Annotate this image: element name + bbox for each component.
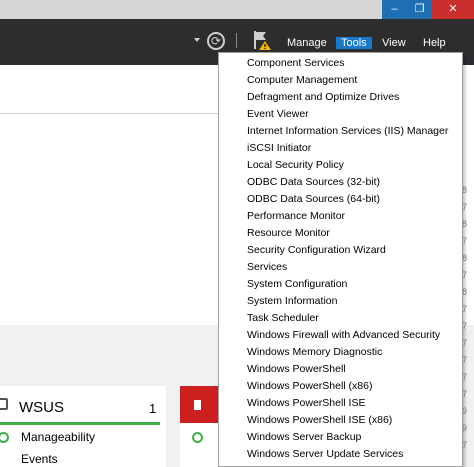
tools-menu-item[interactable]: Internet Information Services (IIS) Mana… — [247, 123, 448, 140]
manageability-link[interactable]: Manageability — [21, 430, 95, 444]
refresh-icon[interactable]: ⟳ — [207, 32, 225, 50]
obscured-digit: 7 — [462, 236, 468, 246]
tools-menu-item[interactable]: Windows PowerShell ISE — [247, 395, 365, 412]
menu-view[interactable]: View — [380, 37, 408, 49]
toolbar-separator — [236, 33, 237, 48]
tools-menu-item[interactable]: Windows Firewall with Advanced Security — [247, 327, 440, 344]
restore-button[interactable]: ❐ — [407, 0, 432, 19]
minimize-button[interactable]: – — [382, 0, 407, 19]
tools-menu-item[interactable]: Windows Server Backup — [247, 429, 361, 446]
obscured-digit: 7 — [462, 355, 468, 365]
obscured-digit: 9 — [462, 406, 468, 416]
tools-menu-item[interactable]: Windows Memory Diagnostic — [247, 344, 382, 361]
obscured-digit: 9 — [462, 423, 468, 433]
tools-menu-item[interactable]: Local Security Policy — [247, 157, 344, 174]
obscured-digit: 8 — [462, 219, 468, 229]
obscured-digit: 8 — [462, 253, 468, 263]
content-divider — [0, 113, 218, 114]
wsus-tile-count: 1 — [149, 401, 157, 416]
server-icon — [194, 400, 201, 410]
tools-menu-item[interactable]: ODBC Data Sources (32-bit) — [247, 174, 380, 191]
wsus-tile[interactable]: WSUS 1 Manageability Events — [0, 386, 166, 467]
chevron-down-icon[interactable] — [194, 38, 200, 42]
tools-menu-item[interactable]: Component Services — [247, 55, 344, 72]
close-button[interactable]: ✕ — [432, 0, 474, 19]
obscured-column: 8 7 8 7 8 7 8 7 7 7 7 7 7 9 9 7 — [462, 182, 474, 467]
tools-menu-item[interactable]: ODBC Data Sources (64-bit) — [247, 191, 380, 208]
tools-menu-item[interactable]: Windows PowerShell (x86) — [247, 378, 372, 395]
obscured-digit: 7 — [462, 304, 468, 314]
status-bar — [0, 422, 160, 425]
tools-menu-item[interactable]: Windows PowerShell — [247, 361, 346, 378]
tools-menu-item[interactable]: System Information — [247, 293, 337, 310]
wsus-tile-title[interactable]: WSUS — [19, 399, 64, 416]
tools-menu-item[interactable]: System Configuration — [247, 276, 347, 293]
tools-menu-item[interactable]: Computer Management — [247, 72, 357, 89]
obscured-digit: 8 — [462, 287, 468, 297]
menu-tools[interactable]: Tools — [336, 37, 372, 49]
obscured-digit: 7 — [462, 202, 468, 212]
obscured-digit: 7 — [462, 389, 468, 399]
tools-dropdown-menu: Component Services Computer Management Def… — [218, 52, 463, 467]
obscured-digit: 7 — [462, 270, 468, 280]
tools-menu-item[interactable]: iSCSI Initiator — [247, 140, 311, 157]
alert-header — [180, 386, 218, 423]
menu-manage[interactable]: Manage — [285, 37, 329, 49]
events-link[interactable]: Events — [21, 452, 58, 466]
obscured-digit: 8 — [462, 185, 468, 195]
menu-help[interactable]: Help — [421, 37, 448, 49]
tools-menu-item[interactable]: Windows PowerShell ISE (x86) — [247, 412, 392, 429]
server-role-tile[interactable] — [180, 386, 218, 467]
notifications-flag-icon[interactable] — [252, 29, 274, 51]
tools-menu-item[interactable]: Resource Monitor — [247, 225, 330, 242]
tools-menu-item[interactable]: Performance Monitor — [247, 208, 345, 225]
tools-menu-item[interactable]: Defragment and Optimize Drives — [247, 89, 399, 106]
obscured-digit: 7 — [462, 338, 468, 348]
ok-status-icon — [192, 432, 203, 443]
obscured-digit: 7 — [462, 372, 468, 382]
ok-status-icon — [0, 432, 9, 443]
tools-menu-item[interactable]: Task Scheduler — [247, 310, 319, 327]
obscured-digit: 7 — [462, 321, 468, 331]
tools-menu-item[interactable]: Security Configuration Wizard — [247, 242, 386, 259]
obscured-digit: 7 — [462, 440, 468, 450]
tools-menu-item[interactable]: Services — [247, 259, 287, 276]
tools-menu-item[interactable]: Windows Server Update Services — [247, 446, 403, 463]
tools-menu-item[interactable]: Event Viewer — [247, 106, 309, 123]
server-icon — [0, 398, 8, 410]
